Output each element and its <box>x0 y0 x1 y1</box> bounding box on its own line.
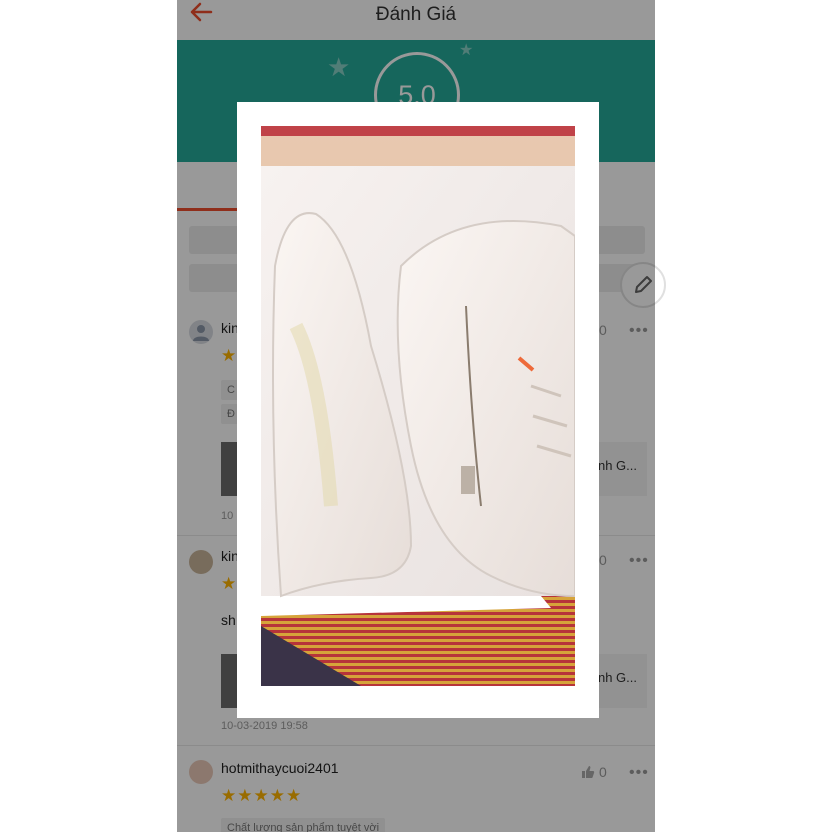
review-photo[interactable] <box>261 126 575 686</box>
sneaker-photo <box>261 126 575 686</box>
photo-viewer <box>237 102 599 718</box>
screen: Đánh Giá ★ ★ 5.0 kin ★★★★★ <box>0 0 832 832</box>
